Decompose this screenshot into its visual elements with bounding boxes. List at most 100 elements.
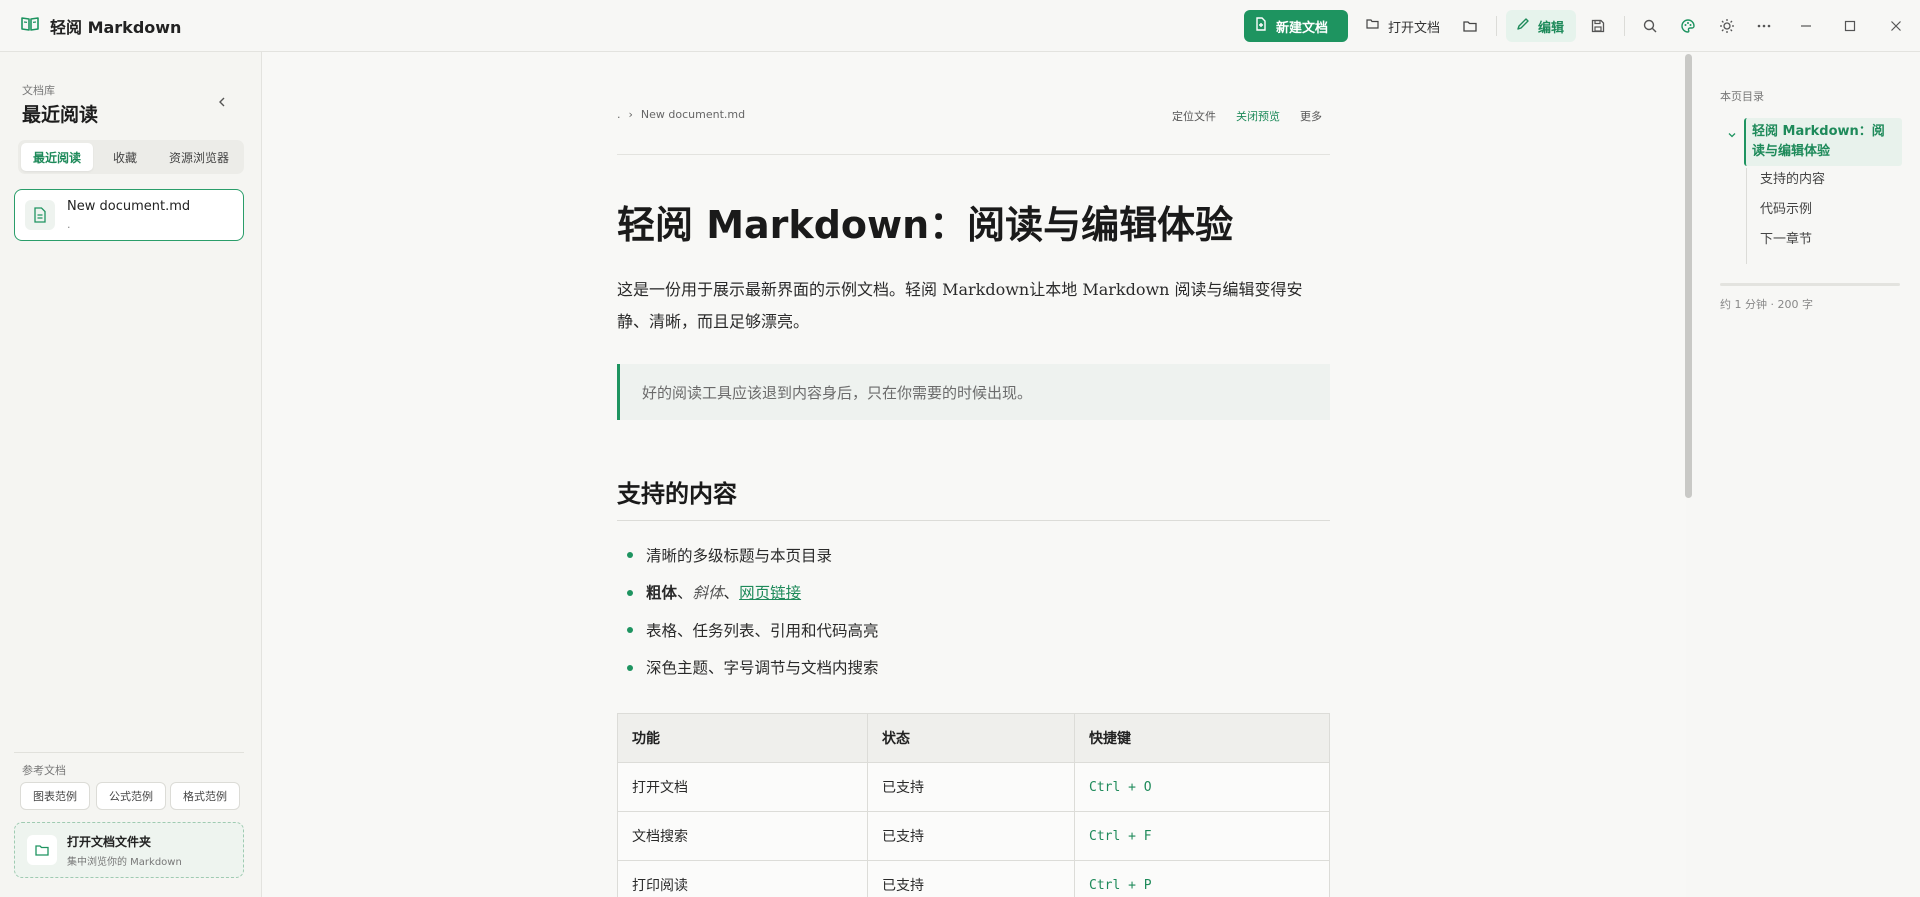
- separator-text: 、: [677, 584, 693, 603]
- file-plus-icon: [1254, 17, 1268, 35]
- sidebar-tabs: 最近阅读 收藏 资源浏览器: [18, 140, 244, 174]
- table-header: 状态: [867, 713, 1075, 763]
- list-item-text: 表格、任务列表、引用和代码高亮: [646, 621, 879, 640]
- palette-icon[interactable]: [1676, 14, 1700, 38]
- table-of-contents: 本页目录 轻阅 Markdown：阅读与编辑体验 支持的内容 代码示例 下一章节…: [1696, 52, 1920, 897]
- section-heading: 支持的内容: [617, 480, 737, 508]
- tab-recent[interactable]: 最近阅读: [21, 143, 93, 171]
- blockquote: 好的阅读工具应该退到内容身后，只在你需要的时候出现。: [617, 364, 1330, 420]
- more-icon[interactable]: [1752, 14, 1776, 38]
- scrollbar-thumb[interactable]: [1685, 54, 1692, 498]
- edit-label: 编辑: [1538, 20, 1565, 36]
- formula-examples-button[interactable]: 公式范例: [96, 782, 166, 810]
- sidebar: 文档库 最近阅读 最近阅读 收藏 资源浏览器 New document.md .…: [0, 52, 262, 897]
- book-icon: [20, 14, 40, 38]
- table-cell: 已支持: [867, 811, 1075, 861]
- chart-examples-button[interactable]: 图表范例: [20, 782, 90, 810]
- list-item-text: 清晰的多级标题与本页目录: [646, 546, 833, 565]
- maximize-icon[interactable]: [1838, 14, 1862, 38]
- new-document-button[interactable]: 新建文档: [1244, 10, 1348, 42]
- sidebar-section-label: 文档库: [22, 84, 55, 97]
- format-examples-button[interactable]: 格式范例: [170, 782, 240, 810]
- toc-guide-line: [1746, 168, 1747, 264]
- search-icon[interactable]: [1638, 14, 1662, 38]
- close-icon[interactable]: [1884, 14, 1908, 38]
- close-preview-link[interactable]: 关闭预览: [1236, 108, 1280, 124]
- table-row: 文档搜索 已支持 Ctrl + F: [617, 811, 1330, 861]
- header-divider: [617, 154, 1330, 155]
- web-link[interactable]: 网页链接: [739, 581, 801, 603]
- open-folder-title: 打开文档文件夹: [67, 835, 152, 849]
- list-item: 粗体 、 斜体 、 网页链接: [617, 574, 1330, 612]
- collapse-sidebar-icon[interactable]: [214, 94, 230, 110]
- feature-list: 清晰的多级标题与本页目录 粗体 、 斜体 、 网页链接 表格、任务列表、引用和代…: [617, 536, 1330, 686]
- reading-progress-bar: [1720, 283, 1900, 286]
- toolbar-divider: [1496, 16, 1497, 36]
- intro-paragraph: 这是一份用于展示最新界面的示例文档。轻阅 Markdown让本地 Markdow…: [617, 280, 1303, 331]
- chevron-right-icon: ›: [628, 108, 633, 121]
- table-header: 功能: [617, 713, 868, 763]
- tab-favorites[interactable]: 收藏: [93, 143, 157, 171]
- brand: 轻阅 Markdown: [20, 14, 181, 38]
- open-document-button[interactable]: 打开文档: [1356, 10, 1456, 42]
- toc-label: 本页目录: [1720, 90, 1764, 103]
- table-cell-shortcut: Ctrl + F: [1074, 811, 1330, 861]
- toolbar-divider: [1624, 16, 1625, 36]
- folder-icon: [27, 835, 57, 865]
- table-cell-shortcut: Ctrl + P: [1074, 860, 1330, 897]
- open-folder-button[interactable]: 打开文档文件夹 集中浏览你的 Markdown: [14, 822, 244, 878]
- pencil-icon: [1516, 17, 1530, 35]
- table-cell: 已支持: [867, 762, 1075, 812]
- chevron-down-icon[interactable]: [1726, 126, 1738, 138]
- table-row: 打印阅读 已支持 Ctrl + P: [617, 860, 1330, 897]
- section-divider: [617, 520, 1330, 521]
- open-document-label: 打开文档: [1388, 20, 1441, 36]
- table-cell: 已支持: [867, 860, 1075, 897]
- app-window: 轻阅 Markdown 新建文档 打开文档 编辑 文档库 最近阅读 最近阅读 收…: [0, 0, 1920, 897]
- document-name: New document.md: [67, 199, 191, 214]
- save-icon[interactable]: [1586, 14, 1610, 38]
- blockquote-text: 好的阅读工具应该退到内容身后，只在你需要的时候出现。: [642, 383, 1033, 402]
- breadcrumb: . › New document.md: [617, 108, 745, 121]
- table-cell: 文档搜索: [617, 811, 868, 861]
- table-header: 快捷键: [1074, 713, 1330, 763]
- recent-document-item[interactable]: New document.md .: [14, 189, 244, 241]
- toc-item[interactable]: 支持的内容: [1760, 168, 1825, 187]
- features-table: 功能 状态 快捷键 打开文档 已支持 Ctrl + O 文档搜索 已支持 Ctr…: [617, 713, 1330, 897]
- table-row: 打开文档 已支持 Ctrl + O: [617, 762, 1330, 812]
- minimize-icon[interactable]: [1794, 14, 1818, 38]
- folder-icon[interactable]: [1458, 14, 1482, 38]
- tab-explorer[interactable]: 资源浏览器: [157, 143, 241, 171]
- locate-file-link[interactable]: 定位文件: [1172, 108, 1216, 124]
- list-item-text: 深色主题、字号调节与文档内搜索: [646, 659, 879, 678]
- table-cell-shortcut: Ctrl + O: [1074, 762, 1330, 812]
- list-item: 清晰的多级标题与本页目录: [617, 536, 1330, 574]
- new-document-label: 新建文档: [1276, 20, 1329, 36]
- sun-icon[interactable]: [1715, 14, 1739, 38]
- file-text-icon: [25, 200, 55, 230]
- breadcrumb-file[interactable]: New document.md: [641, 108, 745, 121]
- list-item: 深色主题、字号调节与文档内搜索: [617, 649, 1330, 687]
- sidebar-divider: [14, 752, 244, 753]
- bold-text: 粗体: [646, 583, 678, 603]
- italic-text: 斜体: [692, 584, 724, 603]
- more-link[interactable]: 更多: [1300, 108, 1322, 124]
- app-title: 轻阅 Markdown: [50, 18, 182, 37]
- reference-docs-label: 参考文档: [22, 764, 66, 777]
- folder-open-icon: [1366, 17, 1380, 35]
- table-header-row: 功能 状态 快捷键: [617, 713, 1330, 763]
- open-folder-subtitle: 集中浏览你的 Markdown: [67, 857, 182, 868]
- list-item: 表格、任务列表、引用和代码高亮: [617, 611, 1330, 649]
- toc-item[interactable]: 代码示例: [1760, 198, 1812, 217]
- toc-item-active[interactable]: 轻阅 Markdown：阅读与编辑体验: [1744, 118, 1902, 166]
- table-cell: 打印阅读: [617, 860, 868, 897]
- separator-text: 、: [723, 584, 740, 603]
- edit-button[interactable]: 编辑: [1506, 10, 1576, 42]
- toc-item[interactable]: 下一章节: [1760, 228, 1812, 247]
- sidebar-title: 最近阅读: [22, 104, 99, 126]
- title-bar: 轻阅 Markdown 新建文档 打开文档 编辑: [0, 0, 1920, 52]
- reading-stats: 约 1 分钟 · 200 字: [1720, 298, 1813, 311]
- document-title: 轻阅 Markdown：阅读与编辑体验: [617, 203, 1234, 247]
- breadcrumb-root[interactable]: .: [617, 108, 621, 121]
- document-path: .: [67, 218, 71, 231]
